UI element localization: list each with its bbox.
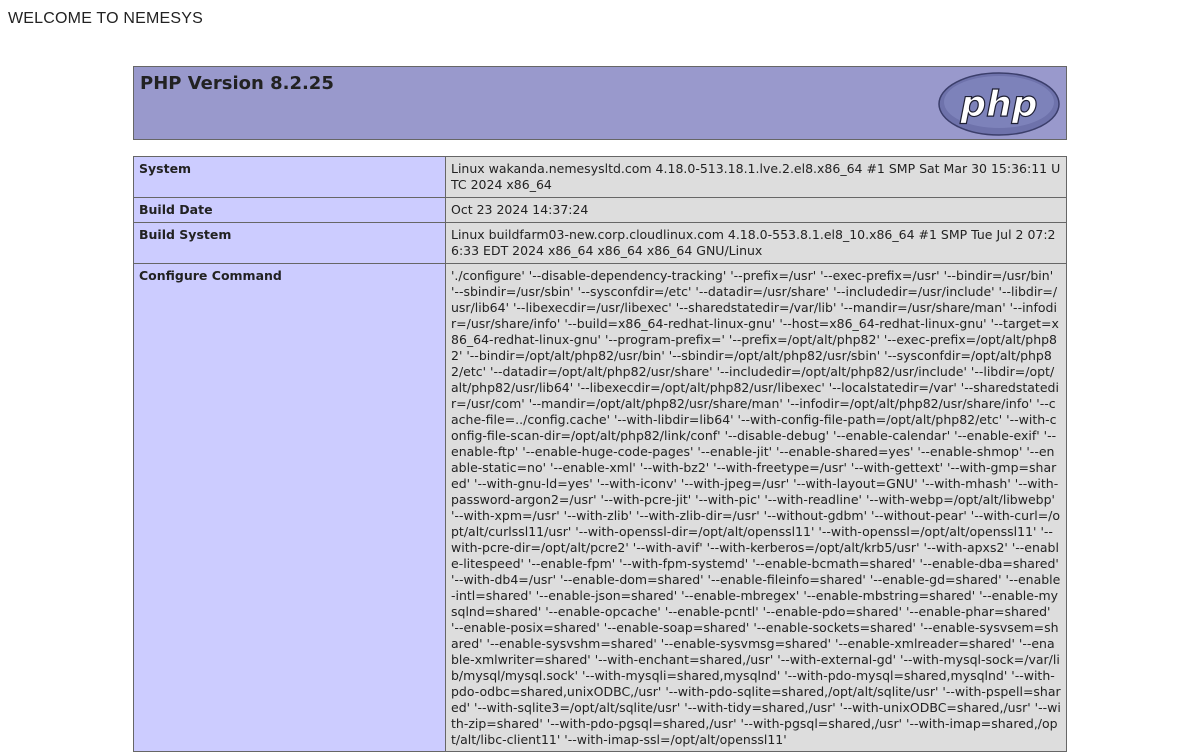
row-value: Oct 23 2024 14:37:24 xyxy=(445,197,1067,223)
row-value: './configure' '--disable-dependency-trac… xyxy=(445,263,1067,752)
php-logo-icon: php xyxy=(938,72,1060,136)
table-row: System Linux wakanda.nemesysltd.com 4.18… xyxy=(133,156,1067,198)
row-label: Build System xyxy=(133,222,446,264)
table-row: Configure Command './configure' '--disab… xyxy=(133,263,1067,752)
row-label: Configure Command xyxy=(133,263,446,752)
php-version-header: PHP Version 8.2.25 php xyxy=(133,66,1067,140)
table-row: Build Date Oct 23 2024 14:37:24 xyxy=(133,197,1067,223)
php-version-title: PHP Version 8.2.25 xyxy=(140,73,334,94)
php-info-table: System Linux wakanda.nemesysltd.com 4.18… xyxy=(133,156,1067,752)
table-row: Build System Linux buildfarm03-new.corp.… xyxy=(133,222,1067,264)
php-logo-text: php xyxy=(959,84,1037,125)
welcome-heading: WELCOME TO NEMESYS xyxy=(8,10,204,27)
row-value: Linux wakanda.nemesysltd.com 4.18.0-513.… xyxy=(445,156,1067,198)
row-value: Linux buildfarm03-new.corp.cloudlinux.co… xyxy=(445,222,1067,264)
phpinfo-container: PHP Version 8.2.25 php System Linux waka… xyxy=(133,66,1067,752)
row-label: System xyxy=(133,156,446,198)
row-label: Build Date xyxy=(133,197,446,223)
